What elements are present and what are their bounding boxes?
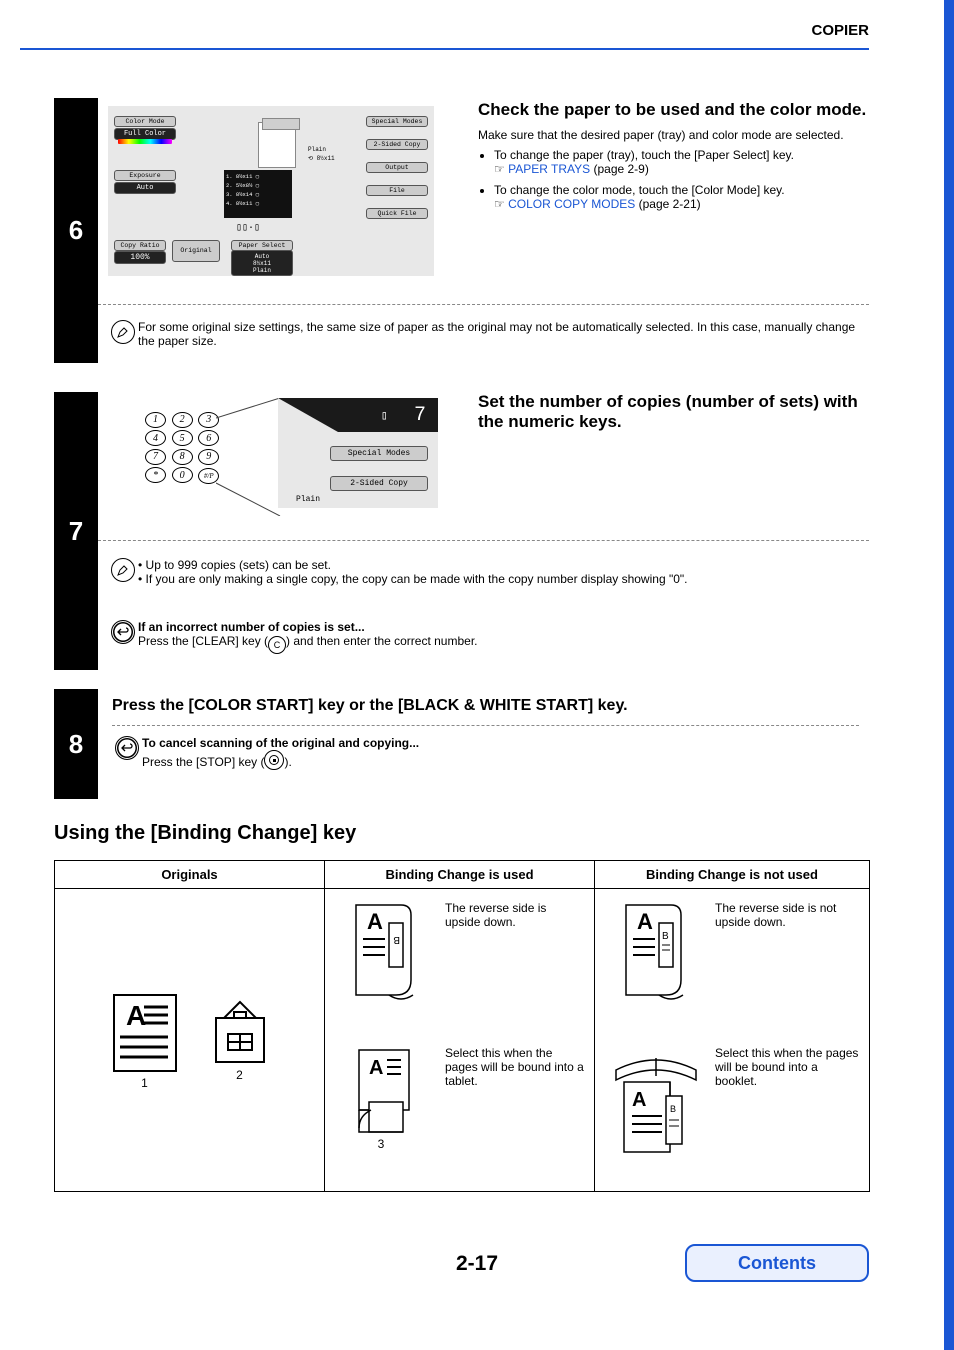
svg-text:B: B	[662, 931, 669, 942]
binding-table: Originals Binding Change is used Binding…	[54, 860, 870, 1192]
plain-label: Plain	[308, 146, 326, 153]
step8-note-body: Press the [STOP] key ().	[142, 755, 292, 769]
color-mode-button: Color Mode	[114, 116, 176, 127]
guide-lines	[216, 398, 286, 516]
step7-note-1: • Up to 999 copies (sets) can be set. • …	[138, 558, 869, 586]
notused-diagram-1: A B	[601, 895, 711, 1005]
color-bar	[118, 139, 172, 144]
step6-subtitle: Make sure that the desired paper (tray) …	[478, 128, 866, 142]
section-header: COPIER	[811, 22, 869, 39]
used-diagram-1: A B	[331, 895, 441, 1005]
step8-title: Press the [COLOR START] key or the [BLAC…	[112, 697, 859, 715]
original-page-2: 2	[210, 998, 270, 1082]
pointer-icon: ☞	[494, 162, 505, 176]
svg-text:B: B	[670, 1104, 676, 1114]
pointer-icon: ☞	[494, 197, 505, 211]
svg-text:A: A	[367, 909, 383, 934]
orientation-icons: ▯▯·▯	[236, 222, 260, 234]
exposure-button: Exposure	[114, 170, 176, 181]
stop-key-icon	[264, 750, 284, 770]
used-text-1: The reverse side is upside down.	[441, 895, 588, 929]
side-accent-bar	[944, 0, 954, 1350]
copy-ratio-button: Copy Ratio	[114, 240, 166, 251]
keypad-7: 7	[145, 449, 166, 465]
clear-key-icon: C	[268, 636, 286, 654]
keypad-illustration: 1 2 3 4 5 6 7 8	[108, 398, 438, 518]
step7-title: Set the number of copies (number of sets…	[478, 392, 869, 432]
contents-button[interactable]: Contents	[685, 1244, 869, 1282]
used-diagram-2: A 3	[331, 1040, 441, 1160]
pencil-note-icon	[111, 320, 135, 344]
used-text-2: Select this when the pages will be bound…	[441, 1040, 588, 1088]
binding-heading: Using the [Binding Change] key	[54, 822, 356, 845]
preview-feeder	[262, 118, 300, 130]
output-button: Output	[366, 162, 428, 173]
step6-bullet-1: To change the paper (tray), touch the [P…	[494, 148, 866, 177]
file-button: File	[366, 185, 428, 196]
pencil-note-icon	[111, 558, 135, 582]
keypad-0: 0	[172, 467, 193, 483]
plain-label-2: Plain	[296, 495, 320, 504]
quick-file-button: Quick File	[366, 208, 428, 219]
two-sided-copy-button-2: 2-Sided Copy	[330, 476, 428, 491]
step6-bullet-2: To change the color mode, touch the [Col…	[494, 183, 866, 212]
touch-panel-illustration: Color Mode Full Color Exposure Auto Copy…	[108, 106, 434, 276]
svg-text:3: 3	[378, 1137, 385, 1151]
keypad-5: 5	[172, 430, 193, 446]
col-header-not-used: Binding Change is not used	[595, 861, 870, 889]
keypad-8: 8	[172, 449, 193, 465]
paper-trays-link[interactable]: PAPER TRAYS	[508, 162, 590, 176]
step7-note2-body: Press the [CLEAR] key (C) and then enter…	[138, 634, 478, 648]
keypad-4: 4	[145, 430, 166, 446]
original-button: Original	[172, 240, 220, 262]
original-page-1: A 1	[110, 991, 180, 1090]
step7-note2-title: If an incorrect number of copies is set.…	[138, 620, 365, 634]
preview-size-label: ⟲ 8½x11	[308, 155, 335, 162]
notused-text-1: The reverse side is not upside down.	[711, 895, 863, 929]
svg-text:A: A	[369, 1057, 383, 1079]
copy-ratio-value: 100%	[114, 251, 166, 264]
step6-note: For some original size settings, the sam…	[138, 320, 869, 348]
svg-text:A: A	[126, 1000, 146, 1031]
svg-text:A: A	[637, 909, 653, 934]
notused-diagram-2: A B	[601, 1040, 711, 1170]
notused-text-2: Select this when the pages will be bound…	[711, 1040, 863, 1088]
color-copy-modes-link[interactable]: COLOR COPY MODES	[508, 197, 635, 211]
header-rule	[20, 48, 869, 50]
undo-note-icon	[115, 736, 139, 760]
paper-select-value: Auto 8½x11 Plain	[231, 250, 293, 276]
special-modes-button: Special Modes	[366, 116, 428, 127]
keypad-2: 2	[172, 412, 193, 428]
col-header-used: Binding Change is used	[325, 861, 595, 889]
keypad-1: 1	[145, 412, 166, 428]
step-number-6: 6	[54, 98, 98, 363]
step-number-7: 7	[54, 392, 98, 670]
undo-note-icon	[111, 620, 135, 644]
tray-list: 1. 8½x11 ▢ 2. 5½x8½ ▢ 3. 8½x14 ▢ 4. 8½x1…	[224, 170, 292, 218]
keypad-star: *	[145, 467, 166, 483]
svg-text:A: A	[632, 1089, 646, 1111]
copies-display: ▯7	[338, 398, 438, 432]
svg-text:B: B	[393, 934, 400, 945]
step6-title: Check the paper to be used and the color…	[478, 100, 866, 120]
special-modes-button-2: Special Modes	[330, 446, 428, 461]
two-sided-copy-button: 2-Sided Copy	[366, 139, 428, 150]
col-header-originals: Originals	[55, 861, 325, 889]
step-number-8: 8	[54, 689, 98, 799]
exposure-value: Auto	[114, 182, 176, 194]
step8-note-title: To cancel scanning of the original and c…	[142, 736, 419, 750]
